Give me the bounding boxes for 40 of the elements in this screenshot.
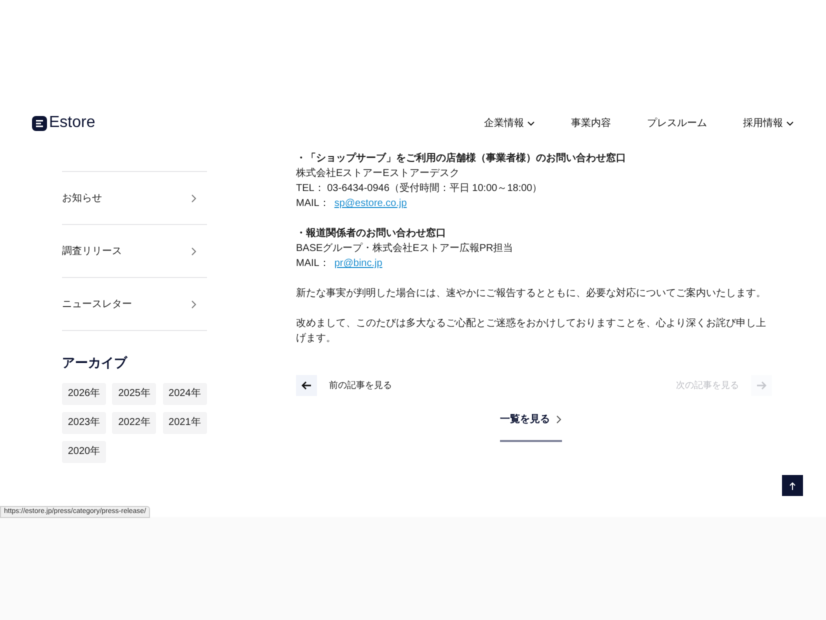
- year-chip[interactable]: 2021年: [162, 412, 207, 434]
- nav-link[interactable]: プレスルーム: [647, 116, 707, 130]
- chevron-right-icon: [556, 415, 562, 424]
- contact-line: BASEグループ・株式会社Eストアー広報PR担当: [296, 242, 514, 256]
- chevron-right-icon: [191, 300, 197, 308]
- arrow-right-icon: [756, 381, 767, 390]
- email-link[interactable]: sp@estore.co.jp: [334, 196, 407, 211]
- contact-heading: ・「ショップサーブ」をご利用の店舗様（事業者様）のお問い合わせ窓口: [296, 151, 627, 166]
- year-chip[interactable]: 2025年: [112, 382, 156, 404]
- contact-line: TEL： 03-6434-0946（受付時間：平日 10:00～18:00）: [296, 182, 544, 196]
- chevron-down-icon: [527, 120, 535, 126]
- contact-heading: ・報道関係者のお問い合わせ窓口: [296, 226, 447, 241]
- year-chip[interactable]: 2022年: [112, 412, 156, 434]
- mail-label: MAIL：: [296, 197, 330, 211]
- logo-text[interactable]: Estore: [49, 111, 96, 135]
- archive-heading: アーカイブ: [62, 354, 128, 372]
- mail-label: MAIL：: [296, 257, 330, 271]
- chevron-down-icon: [786, 120, 794, 126]
- nav-link[interactable]: 企業情報: [484, 116, 535, 130]
- year-chip[interactable]: 2024年: [162, 382, 207, 404]
- arrow-left-icon: [301, 381, 312, 390]
- scroll-to-top-button[interactable]: [782, 475, 803, 496]
- sidebar-item[interactable]: ニュースレター: [62, 278, 207, 331]
- chevron-right-icon: [191, 246, 197, 256]
- contact-line: 株式会社EストアーEストアーデスク: [296, 166, 460, 181]
- view-list-link[interactable]: 一覧を見る: [500, 412, 562, 442]
- article-paragraph: 改めまして、このたびは多大なるご心配とご迷惑をおかけしておりますことを、心より深くお詫び申し上げます。: [296, 316, 767, 346]
- nav-link[interactable]: 採用情報: [743, 116, 794, 130]
- sidebar-item[interactable]: 調査リリース: [62, 225, 207, 278]
- year-chip[interactable]: 2020年: [62, 440, 106, 462]
- previous-article-link[interactable]: 前の記事を見る: [296, 375, 392, 396]
- arrow-up-icon: [789, 482, 796, 490]
- article-paragraph: 新たな事実が判明した場合には、速やかにご報告するとともに、必要な対応についてご案内いたします。: [296, 286, 767, 301]
- chevron-right-icon: [191, 194, 197, 202]
- year-chip[interactable]: 2023年: [62, 412, 106, 434]
- logo-icon: [32, 116, 47, 130]
- email-link[interactable]: pr@binc.jp: [334, 256, 382, 271]
- sidebar-item[interactable]: お知らせ: [62, 172, 207, 225]
- year-chip[interactable]: 2026年: [62, 382, 106, 404]
- nav-link[interactable]: 事業内容: [571, 116, 611, 130]
